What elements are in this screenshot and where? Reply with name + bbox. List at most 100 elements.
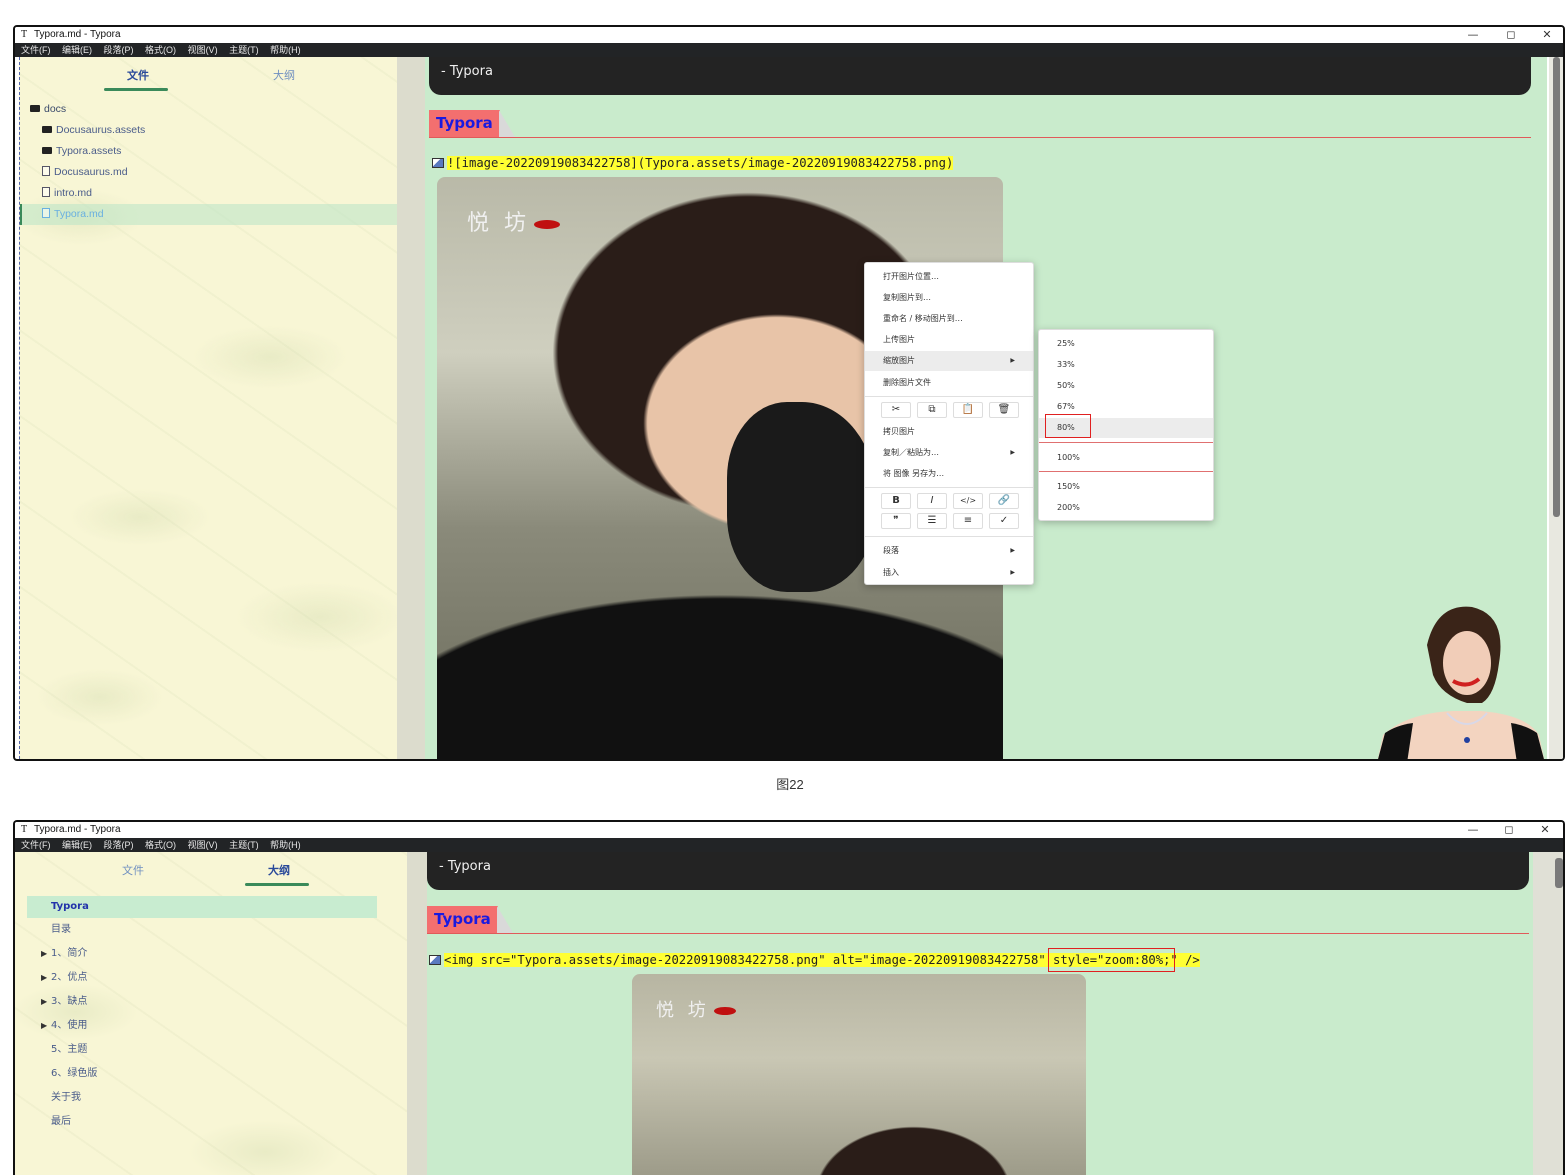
zoom-50[interactable]: 50%: [1039, 376, 1213, 396]
outline-item-theme[interactable]: 5、主题: [15, 1038, 407, 1062]
header-bar: - Typora: [429, 57, 1531, 95]
outline-item-final[interactable]: 最后: [15, 1110, 407, 1134]
image-watermark: 悦 坊: [467, 205, 560, 237]
close-button[interactable]: ✕: [1529, 27, 1563, 43]
tree-file-typora-md[interactable]: Typora.md: [20, 204, 397, 225]
close-button[interactable]: ✕: [1527, 822, 1563, 838]
menu-copy-image-to[interactable]: 复制图片到…: [865, 288, 1033, 308]
menu-paragraph[interactable]: 段落(P): [104, 45, 134, 55]
outline-item-label: 1、简介: [51, 948, 88, 959]
menu-upload-image[interactable]: 上传图片: [865, 330, 1033, 350]
heading-1-text: Typora: [429, 110, 500, 137]
outline-item-usage[interactable]: ▶ 4、使用: [15, 1014, 407, 1038]
minimize-button[interactable]: —: [1455, 27, 1491, 43]
italic-icon[interactable]: I: [917, 493, 947, 509]
maximize-button[interactable]: ◻: [1491, 822, 1527, 838]
menu-format[interactable]: 格式(O): [145, 840, 176, 850]
maximize-button[interactable]: ◻: [1493, 27, 1529, 43]
outline-item-green-edition[interactable]: 6、绿色版: [15, 1062, 407, 1086]
paste-icon[interactable]: 📋: [953, 402, 983, 418]
link-icon[interactable]: 🔗: [989, 493, 1019, 509]
zoom-33[interactable]: 33%: [1039, 355, 1213, 375]
photo-mask: [727, 402, 877, 592]
menu-paragraph[interactable]: 段落(P): [104, 840, 134, 850]
outline-item-label: 2、优点: [51, 972, 88, 983]
menu-zoom-image[interactable]: 缩放图片 ▶: [865, 351, 1033, 371]
submenu-arrow-icon: ▶: [1010, 449, 1015, 456]
image-context-menu: 打开图片位置… 复制图片到… 重命名 / 移动图片到… 上传图片 缩放图片 ▶ 删…: [864, 262, 1034, 585]
delete-icon[interactable]: 🗑: [989, 402, 1019, 418]
tree-folder-typora-assets[interactable]: Typora.assets: [20, 141, 397, 162]
tab-outline[interactable]: 大纲: [247, 862, 311, 878]
image-html-line[interactable]: <img src="Typora.assets/image-2022091908…: [429, 948, 1200, 972]
outline-item-intro[interactable]: ▶ 1、简介: [15, 942, 407, 966]
menu-copy-image[interactable]: 拷贝图片: [865, 422, 1033, 442]
menu-delete-image-file[interactable]: 删除图片文件: [865, 373, 1033, 393]
menu-format[interactable]: 格式(O): [145, 45, 176, 55]
minimize-button[interactable]: —: [1455, 822, 1491, 838]
window-title: Typora.md - Typora: [34, 29, 121, 40]
expand-arrow-icon[interactable]: ▶: [41, 942, 47, 966]
menu-help[interactable]: 帮助(H): [270, 45, 301, 55]
tree-folder-docs[interactable]: docs: [20, 99, 397, 120]
image-watermark: 悦 坊: [656, 996, 736, 1022]
vertical-scrollbar[interactable]: [1533, 852, 1563, 1175]
expand-arrow-icon[interactable]: ▶: [41, 990, 47, 1014]
menu-insert-submenu[interactable]: 插入 ▶: [865, 563, 1033, 583]
menu-view[interactable]: 视图(V): [188, 45, 218, 55]
menu-divider: [865, 536, 1033, 537]
menu-copy-paste-as-label: 复制／粘贴为…: [883, 448, 939, 457]
menu-edit[interactable]: 编辑(E): [62, 840, 92, 850]
task-list-icon[interactable]: ✓: [989, 513, 1019, 529]
zoom-25[interactable]: 25%: [1039, 334, 1213, 354]
menu-copy-paste-as[interactable]: 复制／粘贴为… ▶: [865, 443, 1033, 463]
menu-theme[interactable]: 主题(T): [229, 45, 259, 55]
menu-paragraph-submenu[interactable]: 段落 ▶: [865, 541, 1033, 561]
zoom-100[interactable]: 100%: [1039, 448, 1213, 468]
copy-icon[interactable]: ⧉: [917, 402, 947, 418]
quote-icon[interactable]: ❞: [881, 513, 911, 529]
scroll-thumb[interactable]: [1553, 57, 1560, 517]
submenu-divider: [1039, 471, 1213, 472]
outline-item-toc[interactable]: 目录: [15, 918, 407, 942]
theme-portrait-image: [1377, 606, 1545, 759]
cut-icon[interactable]: ✂: [881, 402, 911, 418]
vertical-scrollbar[interactable]: [1549, 57, 1563, 759]
menu-rename-move-image[interactable]: 重命名 / 移动图片到…: [865, 309, 1033, 329]
tree-folder-docusaurus-assets[interactable]: Docusaurus.assets: [20, 120, 397, 141]
menu-edit[interactable]: 编辑(E): [62, 45, 92, 55]
watermark-badge: [713, 1007, 736, 1015]
tab-files[interactable]: 文件: [101, 862, 165, 878]
expand-arrow-icon[interactable]: ▶: [41, 966, 47, 990]
file-tree: docs Docusaurus.assets Typora.assets Doc…: [20, 99, 397, 225]
expand-arrow-icon[interactable]: ▶: [41, 1014, 47, 1038]
watermark-text: 悦 坊: [467, 211, 530, 236]
outline-item-typora[interactable]: Typora: [27, 896, 377, 918]
menu-open-image-location[interactable]: 打开图片位置…: [865, 267, 1033, 287]
zoom-150[interactable]: 150%: [1039, 477, 1213, 497]
menu-help[interactable]: 帮助(H): [270, 840, 301, 850]
menu-theme[interactable]: 主题(T): [229, 840, 259, 850]
ordered-list-icon[interactable]: ☰: [917, 513, 947, 529]
outline-item-about-me[interactable]: 关于我: [15, 1086, 407, 1110]
outline-item-cons[interactable]: ▶ 3、缺点: [15, 990, 407, 1014]
tab-outline[interactable]: 大纲: [252, 67, 316, 83]
unordered-list-icon[interactable]: ≡: [953, 513, 983, 529]
tree-file-intro-md[interactable]: intro.md: [20, 183, 397, 204]
tab-files[interactable]: 文件: [106, 67, 170, 83]
outline-item-pros[interactable]: ▶ 2、优点: [15, 966, 407, 990]
menu-file[interactable]: 文件(F): [21, 45, 51, 55]
code-icon[interactable]: </>: [953, 493, 983, 509]
submenu-arrow-icon: ▶: [1010, 569, 1015, 576]
typora-app-icon: T: [21, 29, 28, 40]
menu-save-image-as[interactable]: 将 图像 另存为…: [865, 464, 1033, 484]
bold-icon[interactable]: B: [881, 493, 911, 509]
menu-view[interactable]: 视图(V): [188, 840, 218, 850]
menu-file[interactable]: 文件(F): [21, 840, 51, 850]
tree-file-docusaurus-md[interactable]: Docusaurus.md: [20, 162, 397, 183]
zoom-200[interactable]: 200%: [1039, 498, 1213, 518]
scroll-thumb[interactable]: [1555, 858, 1563, 888]
typora-app-icon: T: [21, 824, 28, 835]
inline-image-zoomed[interactable]: 悦 坊: [632, 974, 1086, 1175]
image-source-line[interactable]: ![image-20220919083422758](Typora.assets…: [432, 154, 954, 172]
